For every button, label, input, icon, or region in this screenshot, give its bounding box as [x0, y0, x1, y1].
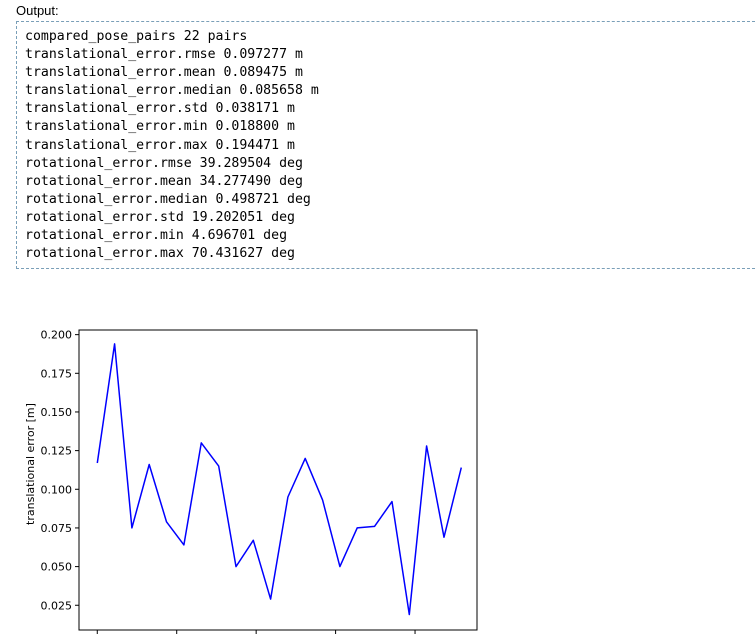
output-line: translational_error.std 0.038171 m [25, 101, 295, 117]
output-area: compared_pose_pairs 22 pairs translationa… [16, 21, 756, 269]
output-line: rotational_error.std 19.202051 deg [25, 209, 295, 225]
y-tick-label: 0.125 [41, 445, 73, 458]
output-line: translational_error.min 0.018800 m [25, 119, 295, 135]
plot-area [78, 329, 478, 631]
y-tick-label: 0.075 [41, 522, 73, 535]
output-label: Output: [16, 3, 59, 18]
output-line: compared_pose_pairs 22 pairs [25, 29, 248, 44]
output-line: translational_error.median 0.085658 m [25, 83, 319, 99]
output-line: translational_error.mean 0.089475 m [25, 65, 303, 81]
output-line: translational_error.max 0.194471 m [25, 137, 295, 153]
output-line: translational_error.rmse 0.097277 m [25, 47, 303, 63]
y-tick-label: 0.050 [41, 561, 73, 574]
y-axis-label: translational error [m] [24, 403, 37, 525]
output-line: rotational_error.median 0.498721 deg [25, 191, 311, 207]
x-axis: 05101520 [94, 630, 422, 638]
y-tick-label: 0.175 [41, 367, 73, 380]
y-tick-label: 0.200 [41, 329, 73, 342]
output-line: rotational_error.mean 34.277490 deg [25, 173, 303, 189]
output-line: rotational_error.max 70.431627 deg [25, 246, 295, 262]
y-tick-label: 0.100 [41, 483, 73, 496]
translational-error-chart: 0.025 0.050 0.075 0.100 0.125 0.150 0.175 0.200… [24, 329, 478, 638]
y-axis: 0.025 0.050 0.075 0.100 0.125 0.150 0.175 0.200 [41, 329, 79, 612]
output-text: compared_pose_pairs 22 pairs translationa… [25, 28, 319, 263]
y-tick-label: 0.150 [41, 406, 73, 419]
output-line: rotational_error.rmse 39.289504 deg [25, 155, 303, 171]
output-line: rotational_error.min 4.696701 deg [25, 228, 288, 244]
y-tick-label: 0.025 [41, 599, 73, 612]
